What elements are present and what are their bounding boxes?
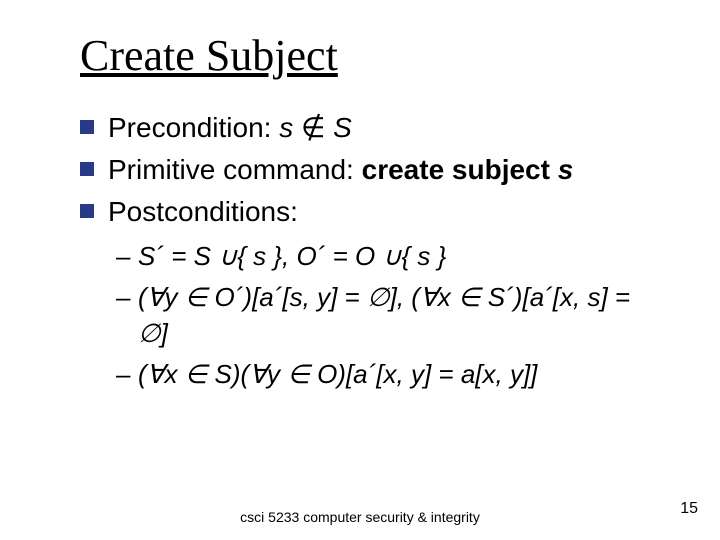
primitive-arg: s: [558, 154, 574, 185]
precondition-rhs: S: [333, 112, 352, 143]
page-number: 15: [680, 500, 698, 518]
bullet-primitive: Primitive command: create subject s: [80, 151, 660, 189]
primitive-command: create subject: [362, 154, 550, 185]
footer-text: csci 5233 computer security & integrity: [0, 509, 720, 526]
bullet-postconditions: Postconditions:: [80, 193, 660, 231]
notin-symbol: ∉: [301, 112, 325, 143]
precondition-label: Precondition:: [108, 112, 271, 143]
sub-list: S´ = S ∪{ s }, O´ = O ∪{ s } (∀y ∈ O´)[a…: [116, 238, 660, 392]
postcond-line-3: (∀x ∈ S)(∀y ∈ O)[a´[x, y] = a[x, y]]: [116, 356, 660, 392]
postcond-line-2: (∀y ∈ O´)[a´[s, y] = ∅], (∀x ∈ S´)[a´[x,…: [116, 279, 660, 352]
slide: Create Subject Precondition: s ∉ S Primi…: [0, 0, 720, 540]
primitive-label: Primitive command:: [108, 154, 354, 185]
bullet-list: Precondition: s ∉ S Primitive command: c…: [80, 109, 660, 230]
precondition-lhs: s: [279, 112, 293, 143]
postcond-line-1: S´ = S ∪{ s }, O´ = O ∪{ s }: [116, 238, 660, 274]
bullet-precondition: Precondition: s ∉ S: [80, 109, 660, 147]
slide-title: Create Subject: [80, 30, 660, 81]
postconditions-label: Postconditions:: [108, 196, 298, 227]
